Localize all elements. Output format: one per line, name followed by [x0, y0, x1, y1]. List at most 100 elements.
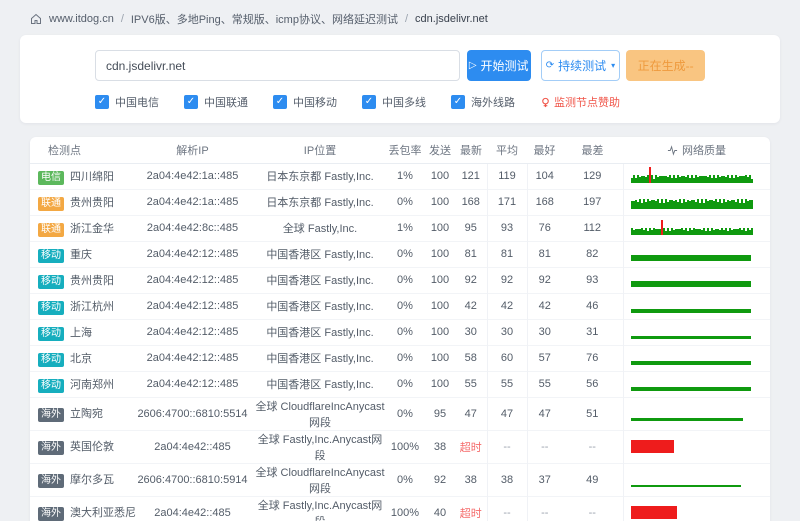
cell-ip-location: 中国香港区 Fastly,Inc. — [255, 371, 385, 397]
filter-label: 中国多线 — [382, 94, 426, 110]
cell-average: 47 — [487, 397, 527, 430]
isp-badge: 海外 — [38, 441, 64, 455]
cell-worst: -- — [562, 496, 623, 521]
cell-node: 移动贵州贵阳 — [30, 267, 130, 293]
cell-average: 42 — [487, 293, 527, 319]
cell-resolved-ip: 2a04:4e42:12::485 — [130, 241, 255, 267]
isp-badge: 海外 — [38, 507, 64, 521]
network-quality-sparkline — [631, 167, 759, 185]
cell-node: 移动北京 — [30, 345, 130, 371]
cell-node: 电信四川绵阳 — [30, 163, 130, 189]
cell-sent: 95 — [425, 397, 455, 430]
filter-checkbox-1[interactable]: ✓中国联通 — [184, 94, 248, 110]
table-row: 联通浙江金华2a04:4e42:8c::485全球 Fastly,Inc.1%1… — [30, 215, 770, 241]
cell-packet-loss: 0% — [385, 267, 425, 293]
cell-average: -- — [487, 496, 527, 521]
cell-worst: -- — [562, 430, 623, 463]
cell-packet-loss: 0% — [385, 319, 425, 345]
cell-network-quality — [623, 371, 770, 397]
node-city: 重庆 — [70, 249, 92, 261]
cell-average: -- — [487, 430, 527, 463]
column-header-6: 平均 — [487, 137, 527, 163]
column-header-4: 发送 — [425, 137, 455, 163]
filter-checkbox-3[interactable]: ✓中国多线 — [362, 94, 426, 110]
cell-latest: 38 — [455, 463, 487, 496]
cell-packet-loss: 1% — [385, 163, 425, 189]
isp-badge: 移动 — [38, 301, 64, 315]
breadcrumb-home-link[interactable]: www.itdog.cn — [49, 13, 114, 25]
table-row: 移动浙江杭州2a04:4e42:12::485中国香港区 Fastly,Inc.… — [30, 293, 770, 319]
cell-network-quality — [623, 241, 770, 267]
generating-button[interactable]: 正在生成-- — [626, 50, 705, 81]
network-quality-sparkline — [631, 349, 759, 367]
isp-badge: 移动 — [38, 249, 64, 263]
filter-checkbox-2[interactable]: ✓中国移动 — [273, 94, 337, 110]
filter-checkbox-0[interactable]: ✓中国电信 — [95, 94, 159, 110]
cell-ip-location: 全球 Fastly,Inc. — [255, 215, 385, 241]
cell-network-quality — [623, 215, 770, 241]
cell-sent: 92 — [425, 463, 455, 496]
column-header-0: 检测点 — [30, 137, 130, 163]
cell-latest: 168 — [455, 189, 487, 215]
cell-packet-loss: 0% — [385, 345, 425, 371]
network-quality-sparkline — [631, 245, 759, 263]
table-row: 移动上海2a04:4e42:12::485中国香港区 Fastly,Inc.0%… — [30, 319, 770, 345]
cell-packet-loss: 100% — [385, 430, 425, 463]
cell-packet-loss: 100% — [385, 496, 425, 521]
sponsor-node-link[interactable]: 监测节点赞助 — [540, 94, 620, 110]
host-input[interactable] — [95, 50, 460, 81]
start-test-button[interactable]: ▷ 开始测试 — [467, 50, 531, 81]
cell-node: 移动上海 — [30, 319, 130, 345]
network-quality-sparkline — [631, 219, 759, 237]
cell-latest: 超时 — [455, 430, 487, 463]
cell-best: 30 — [527, 319, 562, 345]
node-city: 四川绵阳 — [70, 171, 114, 183]
cell-worst: 82 — [562, 241, 623, 267]
network-quality-sparkline — [631, 271, 759, 289]
cell-sent: 38 — [425, 430, 455, 463]
column-header-3: 丢包率 — [385, 137, 425, 163]
cell-ip-location: 全球 CloudflareIncAnycast网段 — [255, 397, 385, 430]
cell-average: 119 — [487, 163, 527, 189]
table-header-row: 检测点解析IPIP位置丢包率发送最新平均最好最差网络质量 — [30, 137, 770, 163]
filter-checkbox-4[interactable]: ✓海外线路 — [451, 94, 515, 110]
cell-network-quality — [623, 496, 770, 521]
node-city: 浙江杭州 — [70, 301, 114, 313]
cell-network-quality — [623, 189, 770, 215]
cell-average: 55 — [487, 371, 527, 397]
cell-resolved-ip: 2a04:4e42:12::485 — [130, 371, 255, 397]
cell-best: 47 — [527, 397, 562, 430]
isp-badge: 海外 — [38, 408, 64, 422]
sponsor-label: 监测节点赞助 — [554, 94, 620, 110]
breadcrumb-category-link[interactable]: IPV6版、多地Ping、常规版、icmp协议、网络延迟测试 — [131, 11, 398, 27]
cell-latest: 58 — [455, 345, 487, 371]
cell-ip-location: 中国香港区 Fastly,Inc. — [255, 319, 385, 345]
cell-packet-loss: 0% — [385, 463, 425, 496]
checkbox-checked-icon: ✓ — [95, 95, 109, 109]
breadcrumb-current: cdn.jsdelivr.net — [415, 13, 488, 25]
cell-latest: 47 — [455, 397, 487, 430]
cell-resolved-ip: 2a04:4e42:8c::485 — [130, 215, 255, 241]
cell-ip-location: 中国香港区 Fastly,Inc. — [255, 241, 385, 267]
cell-ip-location: 日本东京都 Fastly,Inc. — [255, 163, 385, 189]
cell-best: 55 — [527, 371, 562, 397]
network-quality-icon — [667, 145, 678, 156]
cell-best: 37 — [527, 463, 562, 496]
cell-packet-loss: 0% — [385, 371, 425, 397]
continuous-test-button[interactable]: ⟳ 持续测试 ▾ — [541, 50, 621, 81]
column-header-7: 最好 — [527, 137, 562, 163]
cell-worst: 56 — [562, 371, 623, 397]
cell-ip-location: 全球 Fastly,Inc.Anycast网段 — [255, 496, 385, 521]
cell-ip-location: 全球 CloudflareIncAnycast网段 — [255, 463, 385, 496]
cell-resolved-ip: 2606:4700::6810:5914 — [130, 463, 255, 496]
cell-ip-location: 中国香港区 Fastly,Inc. — [255, 267, 385, 293]
cell-latest: 95 — [455, 215, 487, 241]
table-row: 联通贵州贵阳2a04:4e42:1a::485日本东京都 Fastly,Inc.… — [30, 189, 770, 215]
cell-worst: 51 — [562, 397, 623, 430]
cell-best: 81 — [527, 241, 562, 267]
cell-ip-location: 中国香港区 Fastly,Inc. — [255, 345, 385, 371]
cell-node: 移动重庆 — [30, 241, 130, 267]
cell-worst: 76 — [562, 345, 623, 371]
column-header-5: 最新 — [455, 137, 487, 163]
cell-resolved-ip: 2a04:4e42::485 — [130, 496, 255, 521]
